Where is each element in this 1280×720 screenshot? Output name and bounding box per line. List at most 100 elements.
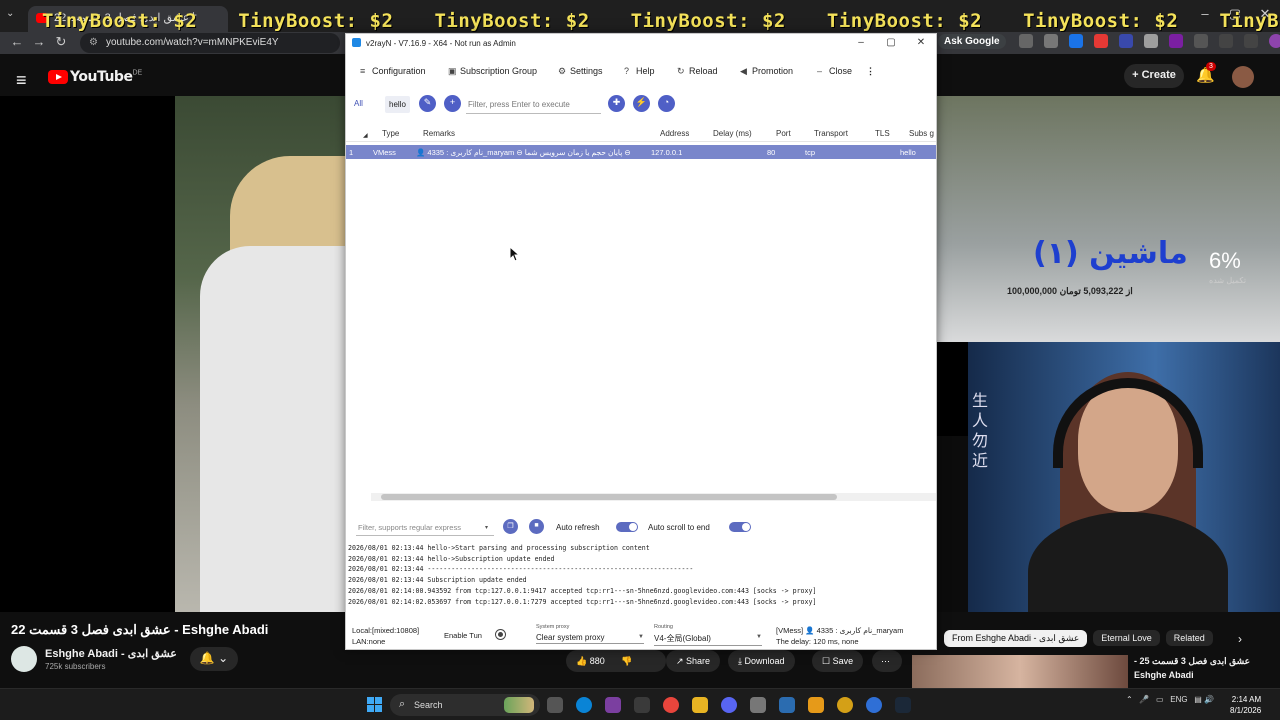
v2rayn-maximize-icon[interactable]: ▢	[876, 34, 906, 48]
downloads-icon[interactable]	[1244, 34, 1259, 48]
related-video-thumbnail[interactable]	[912, 655, 1128, 688]
windows-start-icon[interactable]	[367, 697, 383, 713]
more-actions-icon[interactable]: ⋯	[872, 650, 902, 672]
column-subs-group[interactable]: Subs g	[909, 129, 936, 138]
menu-help[interactable]: ? Help	[624, 66, 655, 76]
network-icon[interactable]: ▤	[1194, 695, 1202, 704]
menu-close[interactable]: – Close	[817, 66, 852, 76]
discord-icon[interactable]	[721, 697, 737, 713]
save-button[interactable]: ☐ Save	[812, 650, 864, 672]
related-video-title[interactable]: عشق ابدی فصل 3 قسمت 25 -	[1134, 656, 1274, 667]
log-output[interactable]: 2026/08/01 02:13:44 hello->Start parsing…	[348, 543, 923, 613]
bookmark-star-icon[interactable]	[1043, 34, 1058, 48]
tab-all[interactable]: All	[354, 99, 363, 108]
volume-icon[interactable]: 🔊	[1204, 695, 1214, 704]
blue-extension-icon[interactable]	[1118, 34, 1133, 48]
server-filter-input[interactable]: Filter, press Enter to execute	[466, 94, 601, 114]
chip-eternal-love[interactable]: Eternal Love	[1093, 630, 1160, 646]
column-remarks[interactable]: Remarks	[423, 129, 455, 138]
menu-reload[interactable]: ↻ Reload	[677, 66, 718, 77]
unity-icon[interactable]	[634, 697, 650, 713]
clear-log-icon[interactable]: ■	[529, 519, 544, 534]
table-horizontal-scrollbar[interactable]	[371, 493, 936, 501]
puzzle-extensions-icon[interactable]	[1194, 34, 1209, 48]
purple-extension-icon[interactable]	[1169, 34, 1184, 48]
related-video-channel[interactable]: Eshghe Abadi	[1134, 670, 1194, 680]
site-info-icon[interactable]: ⚙	[89, 37, 98, 48]
chip-from-channel[interactable]: From Eshghe Abadi - عشق ابدی	[944, 630, 1088, 647]
add-icon[interactable]: +	[444, 95, 461, 112]
notifications-bell-icon[interactable]: 🔔 3	[1196, 62, 1216, 84]
download-button[interactable]: ⤓ Download	[728, 650, 795, 672]
taskbar-clock[interactable]: 2:14 AM 8/1/2026	[1230, 694, 1261, 716]
like-count[interactable]: 880	[590, 656, 605, 666]
share-button[interactable]: ↗ Share	[666, 650, 721, 672]
gauge-icon[interactable]: ◔	[658, 95, 675, 112]
enable-tun-toggle[interactable]	[496, 630, 505, 639]
menu-settings[interactable]: ⚙ Settings	[558, 66, 603, 77]
ask-google-button[interactable]: Ask Google	[938, 33, 1006, 49]
menu-subscription-group[interactable]: ▣ Subscription Group	[448, 66, 537, 77]
menu-hamburger-icon[interactable]: ≡	[16, 70, 27, 91]
create-button[interactable]: + Create	[1124, 64, 1184, 88]
menu-promotion[interactable]: ◀ Promotion	[740, 66, 793, 77]
column-delay[interactable]: Delay (ms)	[713, 129, 752, 138]
table-row[interactable]: 1 VMess 👤 4335 : نام کاربری_maryam ⊖ پای…	[346, 145, 936, 159]
task-view-icon[interactable]	[547, 697, 563, 713]
column-tls[interactable]: TLS	[875, 129, 890, 138]
language-indicator[interactable]: ENG	[1170, 695, 1187, 704]
auto-scroll-toggle[interactable]	[729, 522, 751, 532]
add-server-icon[interactable]: ✚	[608, 95, 625, 112]
orange-app-icon[interactable]	[808, 697, 824, 713]
youtube-logo[interactable]: YouTubeDE	[48, 68, 142, 88]
coin-app-icon[interactable]	[837, 697, 853, 713]
copy-log-icon[interactable]: ❐	[503, 519, 518, 534]
tray-overflow-icon[interactable]: ⌃	[1126, 695, 1133, 704]
speedtest-icon[interactable]: ⚡	[633, 95, 650, 112]
column-address[interactable]: Address	[660, 129, 689, 138]
system-proxy-select[interactable]: Clear system proxy ▼	[536, 633, 644, 644]
scrollbar-thumb[interactable]	[381, 494, 837, 500]
column-transport[interactable]: Transport	[814, 129, 848, 138]
more-menu-icon[interactable]: ⋮	[866, 66, 875, 77]
v2rayn-close-icon[interactable]: ✕	[906, 34, 936, 48]
back-icon[interactable]: ←	[6, 34, 28, 49]
steam-icon[interactable]	[895, 697, 911, 713]
r-app-icon[interactable]	[605, 697, 621, 713]
dislike-icon[interactable]: 👎	[621, 656, 632, 666]
forward-icon[interactable]: →	[28, 34, 50, 49]
menu-configuration[interactable]: ≡ Configuration	[360, 66, 426, 76]
column-type[interactable]: Type	[382, 129, 399, 138]
file-explorer-icon[interactable]	[692, 697, 708, 713]
log-filter-input[interactable]: Filter, supports regular express	[356, 520, 494, 536]
v2rayn-taskbar-icon[interactable]	[779, 697, 795, 713]
log-vertical-scrollbar[interactable]	[924, 544, 932, 614]
obs-icon[interactable]	[750, 697, 766, 713]
auto-refresh-toggle[interactable]	[616, 522, 638, 532]
screenshot-icon[interactable]	[1018, 34, 1033, 48]
v2rayn-minimize-icon[interactable]: –	[846, 34, 876, 48]
tab-hello[interactable]: hello	[385, 96, 410, 113]
display-icon[interactable]: ▭	[1156, 695, 1164, 704]
red-extension-icon[interactable]	[1093, 34, 1108, 48]
tab-search-icon[interactable]: ⌄	[6, 8, 14, 19]
gray-extension-icon[interactable]	[1143, 34, 1158, 48]
subscribe-bell-button[interactable]: 🔔 ⌄	[190, 647, 238, 671]
reading-list-icon[interactable]	[1219, 34, 1234, 48]
mic-icon[interactable]: 🎤	[1139, 695, 1149, 704]
chips-next-icon[interactable]: ›	[1238, 632, 1242, 646]
account-avatar[interactable]	[1232, 66, 1254, 88]
taskbar-search[interactable]: ⌕ Search	[390, 694, 540, 716]
column-port[interactable]: Port	[776, 129, 791, 138]
log-filter-dropdown-icon[interactable]: ▾	[485, 524, 488, 531]
address-bar[interactable]: ⚙ youtube.com/watch?v=mMNPKEviE4Y	[80, 33, 340, 53]
channel-avatar[interactable]	[11, 646, 37, 672]
routing-select[interactable]: V4-全局(Global) ▼	[654, 633, 762, 646]
chrome-icon[interactable]	[663, 697, 679, 713]
edit-icon[interactable]: ✎	[419, 95, 436, 112]
edge-icon[interactable]	[576, 697, 592, 713]
profile-avatar-icon[interactable]	[1269, 34, 1280, 48]
blue-app-icon[interactable]	[866, 697, 882, 713]
channel-name[interactable]: Eshghe Abadi - عشق ابدی	[45, 647, 177, 660]
chip-related[interactable]: Related	[1165, 630, 1213, 646]
